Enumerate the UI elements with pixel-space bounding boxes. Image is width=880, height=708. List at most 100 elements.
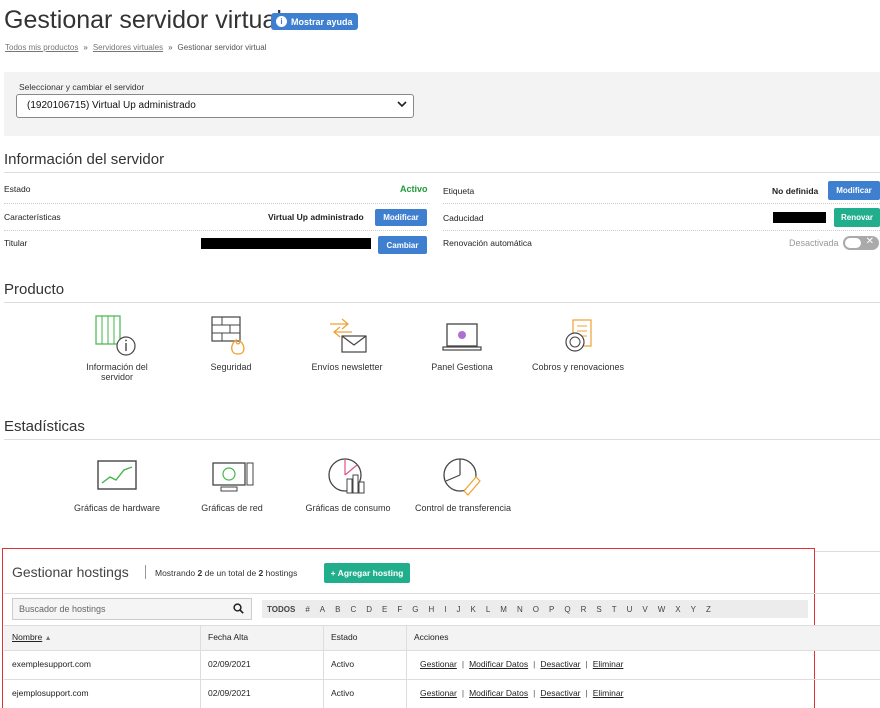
filter-letter[interactable]: P xyxy=(544,605,559,614)
filter-letter[interactable]: B xyxy=(330,605,345,614)
filter-letter[interactable]: I xyxy=(439,605,451,614)
tile-transfer-control[interactable]: Control de transferencia xyxy=(406,455,520,513)
server-select-panel: Seleccionar y cambiar el servidor (19201… xyxy=(4,72,880,136)
alphabet-filter: TODOS # A B C D E F G H I J K L M N O P … xyxy=(262,600,808,618)
modify-features-button[interactable]: Modificar xyxy=(375,209,427,226)
page-title: Gestionar servidor virtual xyxy=(4,6,282,34)
titular-label: Titular xyxy=(4,238,28,248)
caducidad-label: Caducidad xyxy=(443,213,484,223)
etiqueta-label: Etiqueta xyxy=(443,186,475,196)
consumption-chart-icon xyxy=(328,458,365,494)
tile-server-info[interactable]: Información del servidor xyxy=(72,314,162,382)
filter-letter[interactable]: R xyxy=(576,605,592,614)
filter-letter[interactable]: Y xyxy=(686,605,701,614)
filter-letter[interactable]: U xyxy=(622,605,638,614)
filter-letter[interactable]: K xyxy=(466,605,481,614)
filter-letter[interactable]: F xyxy=(392,605,407,614)
hardware-chart-icon xyxy=(97,460,137,490)
statistics-title: Estadísticas xyxy=(4,418,85,435)
change-holder-button[interactable]: Cambiar xyxy=(378,236,427,254)
modify-data-link[interactable]: Modificar Datos xyxy=(469,688,528,698)
tile-billing-label: Cobros y renovaciones xyxy=(531,362,625,372)
tile-transfer-control-label: Control de transferencia xyxy=(414,503,512,513)
auto-renew-toggle[interactable]: ✕ xyxy=(843,236,879,250)
tile-billing[interactable]: Cobros y renovaciones xyxy=(522,314,634,372)
modify-label-button[interactable]: Modificar xyxy=(828,181,880,200)
filter-letter[interactable]: C xyxy=(345,605,361,614)
filter-letter[interactable]: O xyxy=(528,605,544,614)
filter-letter[interactable]: T xyxy=(607,605,622,614)
hostings-search-input[interactable]: Buscador de hostings xyxy=(12,598,252,620)
filter-letter[interactable]: E xyxy=(377,605,392,614)
filter-letter[interactable]: W xyxy=(653,605,671,614)
modify-data-link[interactable]: Modificar Datos xyxy=(469,659,528,669)
filter-letter[interactable]: H xyxy=(423,605,439,614)
tile-security[interactable]: Seguridad xyxy=(195,314,267,372)
breadcrumb-link-products[interactable]: Todos mis productos xyxy=(5,43,78,52)
hostings-title: Gestionar hostings xyxy=(12,564,129,580)
filter-letter[interactable]: X xyxy=(670,605,685,614)
tile-network-charts-label: Gráficas de red xyxy=(201,503,263,513)
filter-letter[interactable]: # xyxy=(300,605,314,614)
delete-link[interactable]: Eliminar xyxy=(593,688,624,698)
chevron-down-icon xyxy=(397,99,407,112)
tile-hardware-charts-label: Gráficas de hardware xyxy=(73,503,161,513)
hostings-search-placeholder: Buscador de hostings xyxy=(19,604,106,614)
column-status: Estado xyxy=(331,632,358,642)
tile-panel-gestiona[interactable]: Panel Gestiona xyxy=(422,314,502,372)
server-select-value: (1920106715) Virtual Up administrado xyxy=(27,100,196,111)
row-2-date: 02/09/2021 xyxy=(208,688,251,698)
tile-consumption-charts[interactable]: Gráficas de consumo xyxy=(296,455,400,513)
filter-letter[interactable]: L xyxy=(481,605,495,614)
estado-label: Estado xyxy=(4,184,31,194)
tile-newsletter[interactable]: Envíos newsletter xyxy=(302,314,392,372)
network-chart-icon xyxy=(212,462,254,492)
tile-network-charts[interactable]: Gráficas de red xyxy=(192,455,272,513)
delete-link[interactable]: Eliminar xyxy=(593,659,624,669)
tile-hardware-charts[interactable]: Gráficas de hardware xyxy=(64,455,170,513)
titular-redacted xyxy=(201,238,371,249)
hostings-count: Mostrando 2 de un total de 2 hostings xyxy=(155,568,298,578)
filter-letter[interactable]: Z xyxy=(701,605,716,614)
info-icon: i xyxy=(276,16,287,27)
filter-letter[interactable]: J xyxy=(452,605,466,614)
row-2-actions: Gestionar | Modificar Datos | Desactivar | Eli… xyxy=(420,688,624,698)
filter-letter[interactable]: Q xyxy=(559,605,575,614)
renew-button[interactable]: Renovar xyxy=(834,208,880,227)
filter-letter[interactable]: G xyxy=(407,605,423,614)
etiqueta-value: No definida xyxy=(772,186,819,196)
product-title: Producto xyxy=(4,281,65,298)
filter-letter[interactable]: M xyxy=(495,605,512,614)
breadcrumb-current: Gestionar servidor virtual xyxy=(177,43,267,52)
filter-letter[interactable]: A xyxy=(315,605,330,614)
tile-panel-gestiona-label: Panel Gestiona xyxy=(431,362,493,372)
transfer-control-icon xyxy=(443,458,481,496)
filter-all[interactable]: TODOS xyxy=(262,605,300,614)
renovacion-value: Desactivada xyxy=(789,238,839,248)
filter-letter[interactable]: N xyxy=(512,605,528,614)
filter-letter[interactable]: V xyxy=(637,605,652,614)
billing-icon xyxy=(565,319,592,352)
tile-server-info-label: Información del servidor xyxy=(86,362,148,382)
breadcrumb-link-virtual-servers[interactable]: Servidores virtuales xyxy=(93,43,163,52)
sort-asc-icon: ▲ xyxy=(44,635,52,642)
show-help-button[interactable]: i Mostrar ayuda xyxy=(271,13,358,30)
breadcrumb: Todos mis productos» Servidores virtuales… xyxy=(5,43,267,52)
manage-link[interactable]: Gestionar xyxy=(420,688,457,698)
search-icon[interactable] xyxy=(233,603,244,617)
laptop-icon xyxy=(442,323,482,351)
close-icon: ✕ xyxy=(865,236,874,247)
column-actions: Acciones xyxy=(414,632,449,642)
column-name[interactable]: Nombre ▲ xyxy=(12,632,52,642)
deactivate-link[interactable]: Desactivar xyxy=(540,659,580,669)
filter-letter[interactable]: D xyxy=(361,605,377,614)
server-info-icon xyxy=(95,315,136,356)
manage-link[interactable]: Gestionar xyxy=(420,659,457,669)
caracteristicas-label: Características xyxy=(4,212,61,222)
row-2-status: Activo xyxy=(331,688,355,698)
add-hosting-button[interactable]: + Agregar hosting xyxy=(324,563,410,583)
server-select[interactable]: (1920106715) Virtual Up administrado xyxy=(16,94,414,118)
filter-letter[interactable]: S xyxy=(591,605,606,614)
deactivate-link[interactable]: Desactivar xyxy=(540,688,580,698)
server-select-label: Seleccionar y cambiar el servidor xyxy=(19,82,145,92)
